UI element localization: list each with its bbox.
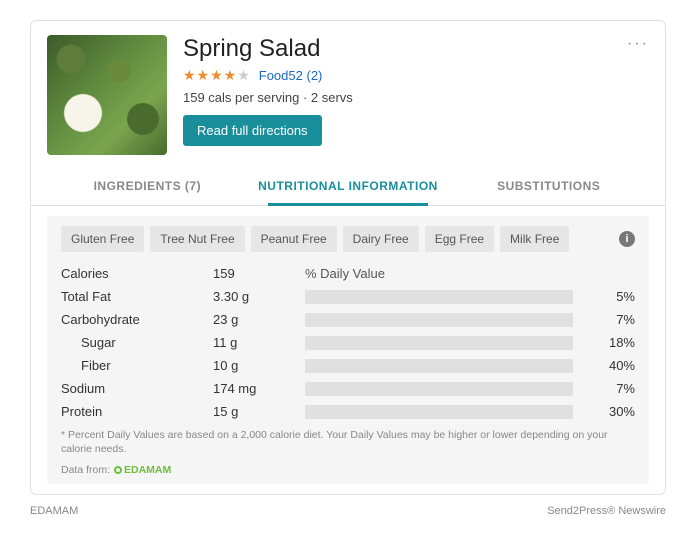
dv-bar-track (305, 313, 573, 327)
dv-bar-track (305, 405, 573, 419)
nutrient-value: 174 mg (213, 381, 293, 396)
nutrient-name: Calories (61, 266, 201, 281)
nutrient-value: 23 g (213, 312, 293, 327)
more-menu-icon[interactable]: ··· (627, 35, 649, 53)
diet-chip: Egg Free (425, 226, 494, 252)
edamam-icon (114, 466, 122, 474)
nutrient-name: Sodium (61, 381, 201, 396)
nutrient-name: Protein (61, 404, 201, 419)
dv-percent: 40% (585, 358, 635, 373)
title-block: Spring Salad ★★★★★ Food52 (2) 159 cals p… (183, 35, 649, 155)
nutrition-row: Sugar 11 g 18% (61, 331, 635, 354)
diet-chip: Tree Nut Free (150, 226, 244, 252)
dv-header: % Daily Value (305, 266, 573, 281)
dv-percent: 5% (585, 289, 635, 304)
nutrition-row: Protein 15 g 30% (61, 400, 635, 423)
page-footer: EDAMAM Send2Press® Newswire (0, 495, 696, 517)
tab-substitutions[interactable]: SUBSTITUTIONS (448, 169, 649, 205)
serving-info: 159 cals per serving · 2 servs (183, 90, 649, 105)
nutrition-panel: Gluten Free Tree Nut Free Peanut Free Da… (47, 216, 649, 484)
nutrient-name: Sugar (61, 335, 201, 350)
dv-bar-track (305, 359, 573, 373)
dv-footnote: * Percent Daily Values are based on a 2,… (61, 429, 635, 456)
diet-chips-row: Gluten Free Tree Nut Free Peanut Free Da… (61, 226, 635, 252)
nutrition-row: Fiber 10 g 40% (61, 354, 635, 377)
rating-row: ★★★★★ Food52 (2) (183, 67, 649, 84)
nutrition-row: Total Fat 3.30 g 5% (61, 285, 635, 308)
diet-chip: Peanut Free (251, 226, 337, 252)
dv-bar-track (305, 336, 573, 350)
dv-percent: 7% (585, 381, 635, 396)
nutrient-name: Fiber (61, 358, 201, 373)
dv-percent: 18% (585, 335, 635, 350)
diet-chip: Milk Free (500, 226, 569, 252)
recipe-thumbnail (47, 35, 167, 155)
nutrient-value: 10 g (213, 358, 293, 373)
nutrient-name: Total Fat (61, 289, 201, 304)
data-attribution: Data from: EDAMAM (61, 464, 635, 476)
footer-left: EDAMAM (30, 505, 78, 517)
footer-right: Send2Press® Newswire (547, 505, 666, 517)
dv-bar-track (305, 290, 573, 304)
nutrition-row: Carbohydrate 23 g 7% (61, 308, 635, 331)
diet-chip: Dairy Free (343, 226, 419, 252)
tab-bar: INGREDIENTS (7) NUTRITIONAL INFORMATION … (31, 169, 665, 206)
tab-ingredients[interactable]: INGREDIENTS (7) (47, 169, 248, 205)
dv-bar-track (305, 382, 573, 396)
diet-chip: Gluten Free (61, 226, 144, 252)
recipe-title: Spring Salad (183, 35, 649, 63)
rating-stars: ★★★★★ (183, 67, 251, 84)
nutrient-name: Carbohydrate (61, 312, 201, 327)
recipe-source-link[interactable]: Food52 (2) (259, 68, 323, 83)
nutrition-header-row: Calories 159 % Daily Value (61, 262, 635, 285)
nutrient-value: 159 (213, 266, 293, 281)
recipe-header: Spring Salad ★★★★★ Food52 (2) 159 cals p… (47, 35, 649, 155)
tab-nutrition[interactable]: NUTRITIONAL INFORMATION (248, 169, 449, 205)
nutrient-value: 3.30 g (213, 289, 293, 304)
recipe-card: Spring Salad ★★★★★ Food52 (2) 159 cals p… (30, 20, 666, 495)
dv-percent: 30% (585, 404, 635, 419)
nutrition-row: Sodium 174 mg 7% (61, 377, 635, 400)
dv-percent: 7% (585, 312, 635, 327)
nutrient-value: 11 g (213, 335, 293, 350)
edamam-logo: EDAMAM (114, 464, 171, 476)
info-icon[interactable]: i (619, 231, 635, 247)
read-directions-button[interactable]: Read full directions (183, 115, 322, 146)
nutrient-value: 15 g (213, 404, 293, 419)
nutrition-table: Calories 159 % Daily Value Total Fat 3.30… (61, 262, 635, 423)
